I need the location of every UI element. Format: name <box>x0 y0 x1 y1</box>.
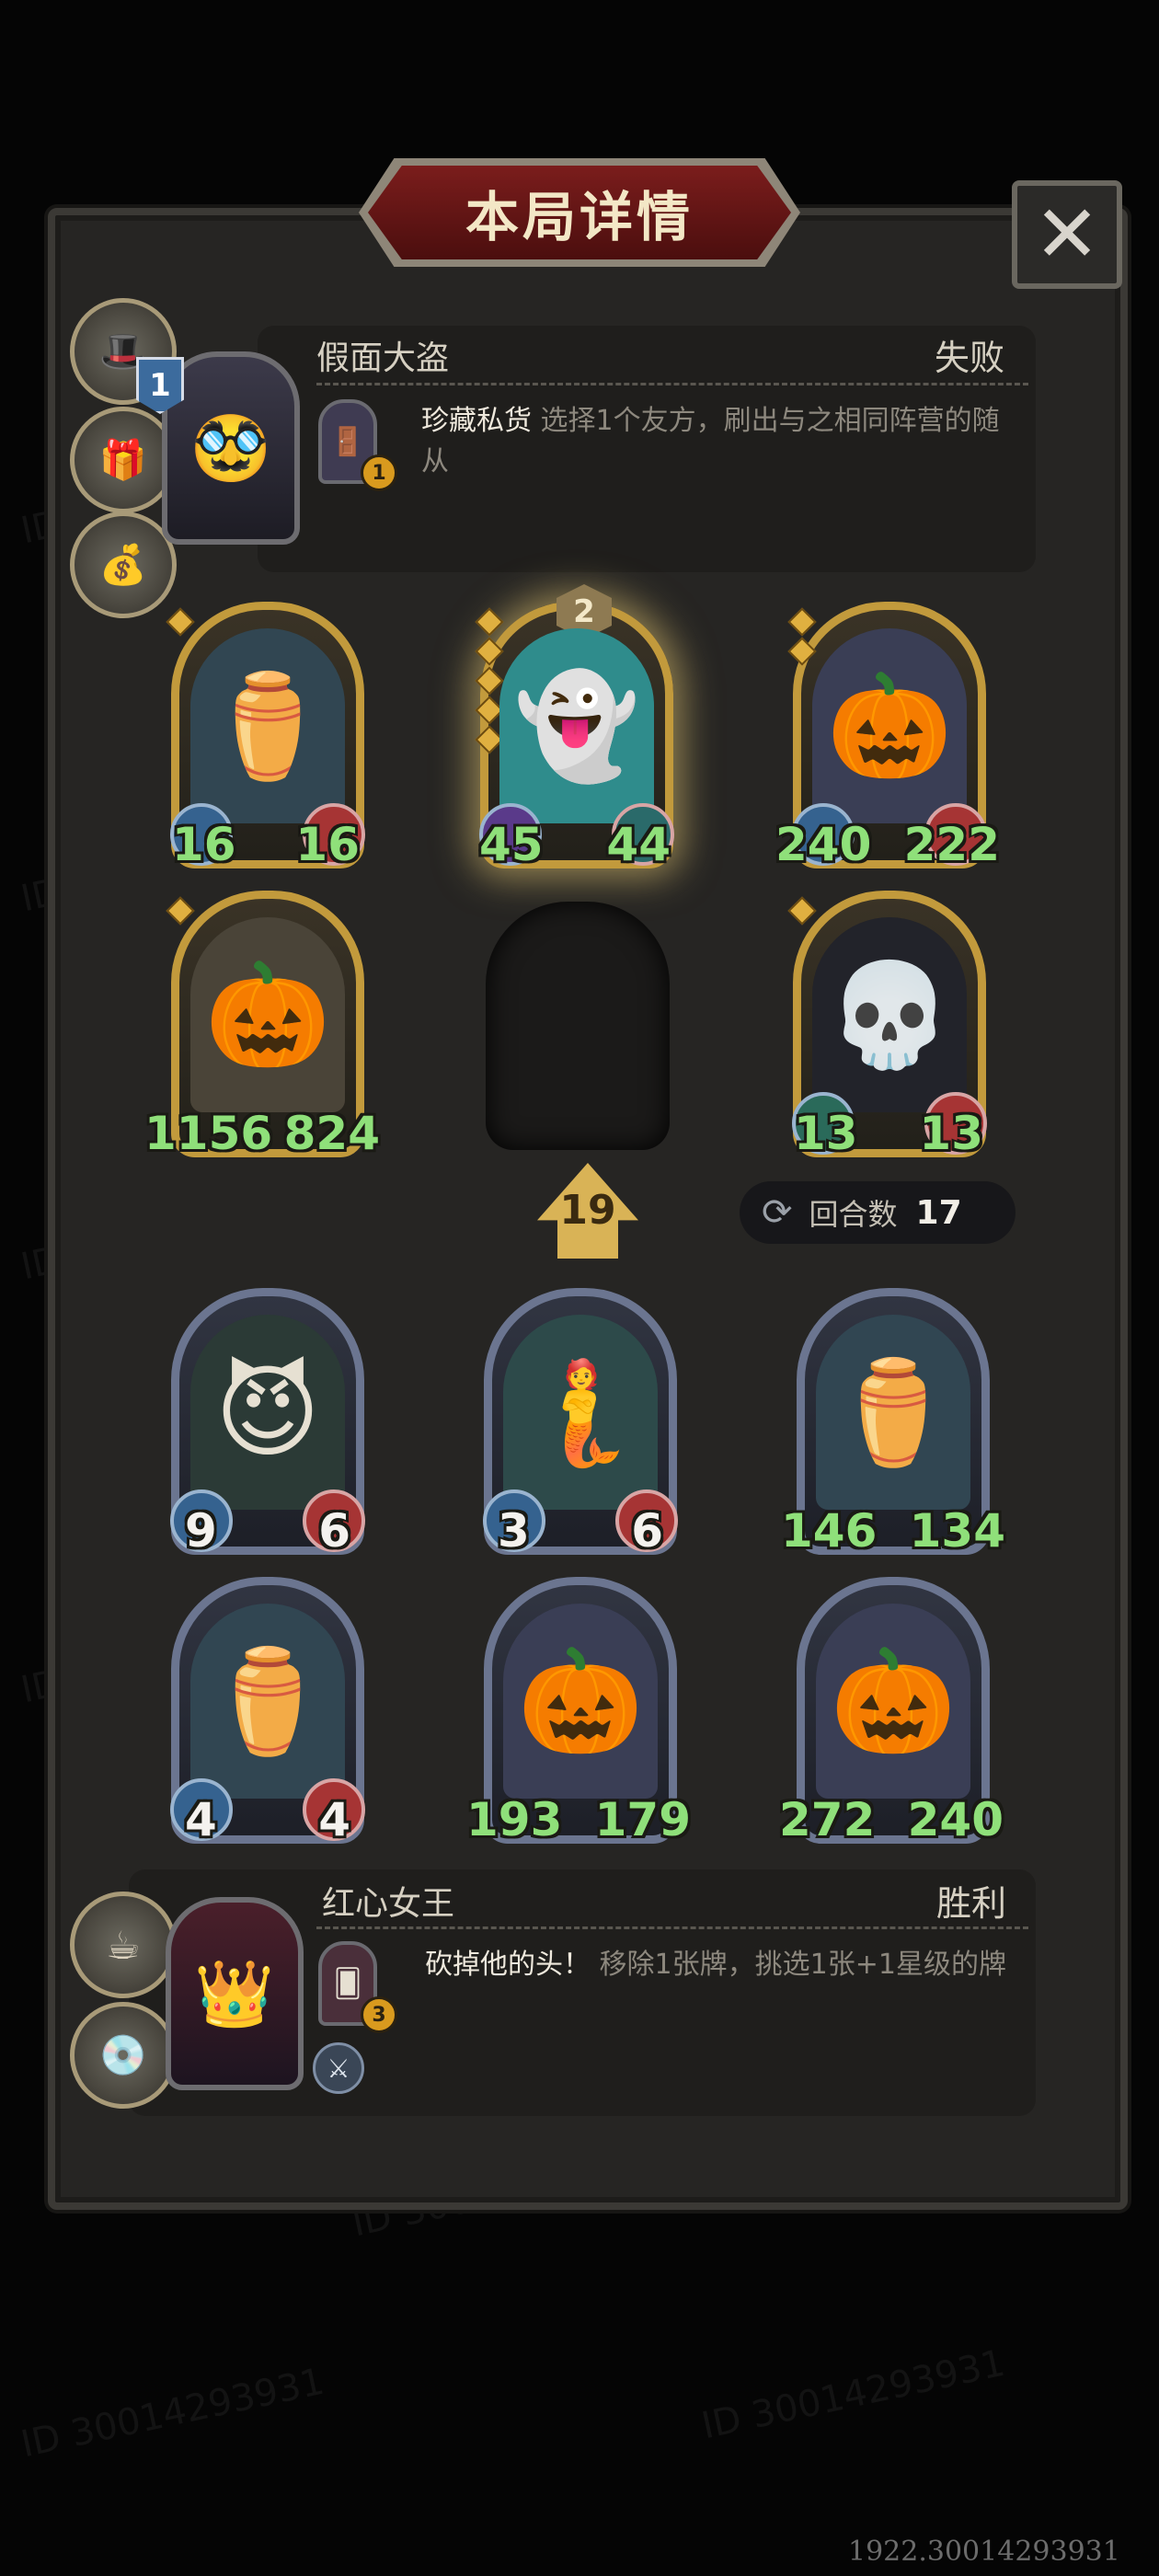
minion-attack: 272 <box>779 1793 876 1846</box>
minion-health: 6 <box>318 1504 350 1558</box>
minion-card[interactable]: 🧜 3 6 <box>483 1288 678 1558</box>
skill-name: 珍藏私货 <box>421 405 532 437</box>
divider <box>316 383 1028 385</box>
star-badge-value: 2 <box>573 593 595 630</box>
minion-attack: 16 <box>172 818 236 871</box>
star-gems <box>787 607 817 671</box>
skill-card-level-value: 3 <box>372 2003 386 2027</box>
minion-attack: 4 <box>185 1793 217 1846</box>
watermark: ID 30014293931 <box>697 2341 1009 2448</box>
opponent-skill-text: 珍藏私货 选择1个友方，刷出与之相同阵营的随从 <box>421 401 1010 482</box>
minion-card[interactable]: 🎃 1156 824 <box>144 891 380 1160</box>
teacup-icon[interactable]: ☕ <box>70 1892 177 1998</box>
title-banner: 本局详情 <box>368 166 791 259</box>
skill-name: 砍掉他的头！ <box>425 1949 591 1981</box>
ghost-pirate-icon: 👻 <box>499 628 654 823</box>
minion-card[interactable]: ⚱️ 16 16 <box>166 602 365 871</box>
minion-attack: 3 <box>498 1504 530 1558</box>
minion-attack: 193 <box>466 1793 563 1846</box>
minion-card[interactable]: 🎃 240 222 <box>775 602 1000 871</box>
star-gems <box>787 896 817 930</box>
opponent-level: 1 <box>149 367 171 404</box>
gift-icon[interactable]: 🎁 <box>70 407 177 513</box>
minion-card[interactable]: 2 👻 45 44 <box>475 584 674 871</box>
minion-card[interactable]: ⚱️ 146 134 <box>781 1288 1005 1558</box>
record-icon[interactable]: 💿 <box>70 2002 177 2109</box>
player-name: 红心女王 <box>322 1885 455 1923</box>
page-title: 本局详情 <box>465 186 694 248</box>
minion-card[interactable]: ⚱️ 4 4 <box>170 1577 365 1846</box>
footer-id: 1922.30014293931 <box>848 2536 1120 2568</box>
player-result: 胜利 <box>936 1883 1007 1924</box>
close-icon: ✕ <box>1033 189 1101 281</box>
ghost-urn-icon: ⚱️ <box>816 1315 970 1510</box>
sea-maiden-icon: 🧜 <box>503 1315 658 1510</box>
star-gems <box>475 607 504 759</box>
minion-health: 44 <box>606 818 671 871</box>
minion-attack: 146 <box>781 1504 878 1558</box>
turn-value: 17 <box>915 1193 962 1232</box>
empty-board-slot <box>486 902 670 1150</box>
minion-health: 6 <box>631 1504 663 1558</box>
minion-attack: 45 <box>479 818 544 871</box>
money-bag-icon[interactable]: 💰 <box>70 512 177 618</box>
skill-description: 移除1张牌，挑选1张+1星级的牌 <box>599 1949 1006 1981</box>
minion-health: 824 <box>283 1107 380 1160</box>
minion-attack: 1156 <box>144 1107 273 1160</box>
minion-card[interactable]: 🎃 193 179 <box>466 1577 691 1846</box>
refresh-icon: ⟳ <box>762 1191 793 1234</box>
divider <box>316 1926 1028 1929</box>
minion-health: 222 <box>903 818 1000 871</box>
crossed-swords-icon[interactable]: ⚔ <box>313 2042 364 2094</box>
minion-health: 240 <box>907 1793 1004 1846</box>
minion-attack: 13 <box>794 1107 858 1160</box>
minion-attack: 9 <box>185 1504 217 1558</box>
minion-card[interactable]: 💀 13 13 <box>787 891 987 1160</box>
skill-card-level: 3 <box>361 1996 397 2033</box>
minion-health: 4 <box>318 1793 350 1846</box>
minion-health: 16 <box>295 818 360 871</box>
pumpkin-mummy-icon: 🎃 <box>190 917 345 1112</box>
tavern-tier: 19 <box>559 1187 616 1234</box>
minion-health: 134 <box>909 1504 1005 1558</box>
close-button[interactable]: ✕ <box>1012 180 1122 289</box>
turn-label: 回合数 <box>809 1197 898 1232</box>
star-gems <box>166 896 195 930</box>
ghost-urn-icon: ⚱️ <box>190 1604 345 1799</box>
minion-health: 179 <box>594 1793 691 1846</box>
horned-elf-icon: 😈 <box>190 1315 345 1510</box>
opponent-result: 失败 <box>935 338 1005 378</box>
pumpkin-golem-icon: 🎃 <box>812 628 967 823</box>
turn-counter: ⟳ 回合数 17 <box>740 1181 1016 1244</box>
minion-attack: 240 <box>775 818 872 871</box>
minion-card[interactable]: 🎃 272 240 <box>779 1577 1004 1846</box>
player-avatar[interactable]: 👑 <box>166 1897 304 2090</box>
skill-card-level: 1 <box>361 454 397 491</box>
pumpkin-golem-icon: 🎃 <box>503 1604 658 1799</box>
skill-card-level-value: 1 <box>372 461 386 485</box>
hooded-reaper-icon: 💀 <box>812 917 967 1112</box>
pumpkin-golem-icon: 🎃 <box>816 1604 970 1799</box>
minion-health: 13 <box>919 1107 983 1160</box>
watermark: ID 30014293931 <box>17 2360 328 2467</box>
star-gems <box>166 607 195 641</box>
player-skill-text: 砍掉他的头！ 移除1张牌，挑选1张+1星级的牌 <box>425 1945 1014 1985</box>
minion-card[interactable]: 😈 9 6 <box>170 1288 365 1558</box>
opponent-name: 假面大盗 <box>316 339 450 377</box>
ghost-urn-icon: ⚱️ <box>190 628 345 823</box>
